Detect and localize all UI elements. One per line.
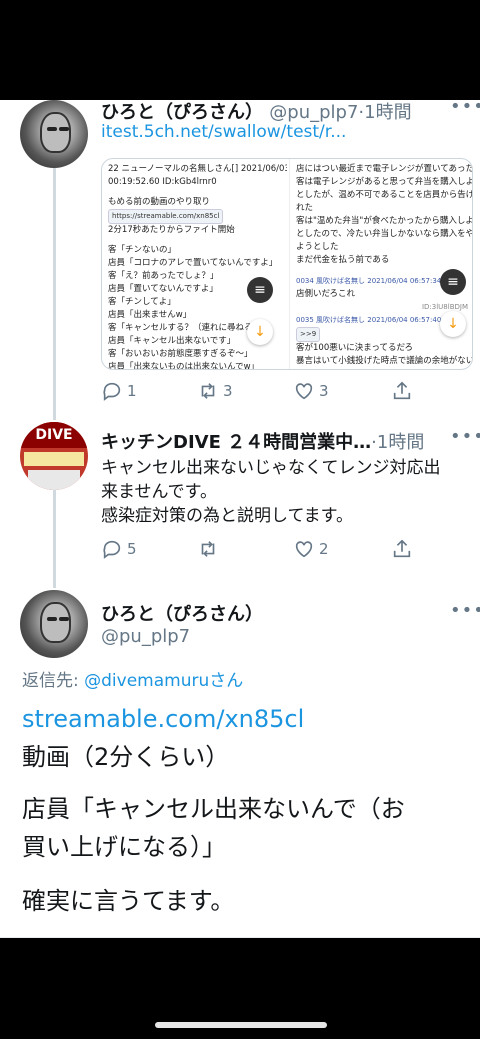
like-button[interactable]: 3: [293, 380, 329, 402]
card-post-id: ID:3lU8lBDJM: [421, 303, 468, 311]
tweet3-line: 買い上げになる）」: [22, 833, 226, 861]
tweet1-image-card[interactable]: 22 ニューノーマルの名無しさん[] 2021/06/03(木) 00:19:5…: [101, 158, 473, 370]
tweet2-line: キャンセル出来ないじゃなくてレンジ対応出: [101, 458, 441, 478]
card-right-line: れた: [296, 203, 314, 213]
card-left-line: 22 ニューノーマルの名無しさん[] 2021/06/03(木): [108, 164, 287, 174]
share-icon: [393, 539, 411, 558]
tweet1-handle: @pu_plp7: [269, 102, 359, 123]
like-count: 3: [319, 382, 329, 400]
tweet3-line: 確実に言うてます。: [22, 887, 235, 915]
card-right-line: としたが、温め不可であることを店員から告げら: [296, 190, 473, 200]
card-right-line: 暴言はいて小銭投げた時点で議論の余地がない: [296, 356, 473, 366]
reply-icon: [103, 540, 121, 559]
share-button[interactable]: [391, 380, 417, 402]
card-left-line: 店員「出来ないものは出来ないんでw」: [108, 362, 260, 370]
card-right-line: まだ代金を払う前である: [296, 255, 390, 265]
reply-icon: [103, 382, 121, 401]
tweet2-time: ·1時間: [371, 432, 425, 453]
tweet1-actions: 1 3 3: [101, 380, 471, 404]
heart-icon: [295, 383, 313, 400]
card-left-line: もめる前の動画のやり取り: [108, 197, 211, 207]
tweet1-link[interactable]: itest.5ch.net/swallow/test/r...: [101, 122, 346, 142]
tweet3-line: 動画（2分くらい）: [22, 743, 230, 771]
card-url-chip: https://streamable.com/xn85cl: [108, 209, 224, 224]
card-right-panel: 店にはつい最近まで電子レンジが置いてあった 客は電子レンジがあると思って弁当を購…: [289, 159, 473, 369]
retweet-count: 3: [223, 382, 233, 400]
tweet3-link[interactable]: streamable.com/xn85cl: [22, 700, 304, 738]
card-left-line: 客「おいおいお前態度悪すぎるぞ〜」: [108, 349, 253, 359]
tweet3-line: 店員「キャンセル出来ないんで（お: [22, 795, 405, 823]
retweet-button[interactable]: 3: [197, 380, 233, 402]
share-button[interactable]: [391, 538, 417, 560]
reply-button[interactable]: 5: [101, 538, 137, 560]
tweet2-author[interactable]: キッチンDIVE ２４時間営業中…·1時間: [101, 428, 424, 454]
tweet1-author[interactable]: ひろと（ぴろさん） @pu_plp7·1時間: [101, 100, 412, 124]
arrow-down-icon: ↓: [247, 319, 273, 345]
card-left-line: 客「チンないの」: [108, 245, 177, 255]
more-dots-icon[interactable]: •••: [450, 600, 480, 621]
reply-button[interactable]: 1: [101, 380, 137, 402]
thread-connector: [53, 168, 56, 420]
card-right-line: ようとした: [296, 242, 339, 252]
card-quote-chip: >>9: [296, 327, 321, 342]
menu-icon: ≡: [247, 277, 273, 303]
tweet3-handle[interactable]: @pu_plp7: [101, 626, 190, 647]
home-indicator[interactable]: [155, 1022, 327, 1028]
card-footer: ↩ 1 ID:VMwW4+px0(1/: [296, 368, 468, 369]
reply-to-label: 返信先:: [22, 671, 85, 691]
heart-icon: [295, 541, 313, 558]
avatar-hiroto[interactable]: [20, 100, 88, 168]
arrow-down-icon: ↓: [440, 311, 466, 337]
card-right-line: 客は電子レンジがあると思って弁当を購入しよう: [296, 177, 473, 187]
tweet3-author[interactable]: ひろと（ぴろさん）: [101, 600, 263, 626]
retweet-icon: [201, 383, 215, 399]
retweet-icon: [201, 541, 215, 557]
card-right-line: 店にはつい最近まで電子レンジが置いてあった: [296, 164, 473, 174]
thread-connector: [53, 490, 56, 588]
avatar-hiroto[interactable]: [20, 590, 88, 658]
card-right-line: 客は"温めた弁当"が食べたかったから購入しよう: [296, 216, 473, 226]
reply-count: 5: [127, 540, 137, 558]
like-button[interactable]: 2: [293, 538, 329, 560]
card-right-line: 客が100悪いに決まってるだろ: [296, 343, 413, 353]
tweet2-line: 感染症対策の為と説明してます。: [101, 506, 353, 526]
status-bar-area: [0, 0, 480, 100]
tweet-thread: ひろと（ぴろさん） @pu_plp7·1時間 ••• itest.5ch.net…: [0, 100, 480, 938]
card-left-panel: 22 ニューノーマルの名無しさん[] 2021/06/03(木) 00:19:5…: [102, 159, 287, 370]
card-left-line: 00:19:52.60 ID:kGb4lrnr0: [108, 177, 217, 187]
reply-to-line: 返信先: @divemamuruさん: [22, 666, 243, 691]
retweet-button[interactable]: [197, 538, 223, 560]
avatar-kitchen-dive[interactable]: DIVE: [20, 422, 88, 490]
tweet2-text: キャンセル出来ないじゃなくてレンジ対応出 来ませんです。 感染症対策の為と説明し…: [101, 456, 471, 528]
card-left-line: 2分17秒あたりからファイト開始: [108, 225, 235, 235]
card-left-line: 店員「コロナのアレで置いてないんですよ」: [108, 258, 278, 268]
reply-to-user-link[interactable]: @divemamuru: [84, 671, 209, 691]
card-left-line: https://streamable.com/xn85cl: [108, 209, 281, 224]
avatar-sign-text: DIVE: [20, 422, 88, 448]
menu-icon: ≡: [440, 269, 466, 295]
like-count: 2: [319, 540, 329, 558]
more-dots-icon[interactable]: •••: [450, 426, 480, 447]
more-dots-icon[interactable]: •••: [450, 100, 480, 117]
reply-to-suffix: さん: [209, 671, 244, 691]
share-icon: [393, 381, 411, 400]
tweet2-line: 来ませんです。: [101, 482, 217, 502]
tweet2-actions: 5 2: [101, 538, 471, 562]
reply-count: 1: [127, 382, 137, 400]
tweet1-time: ·1時間: [358, 102, 412, 123]
card-right-line: としたので、冷たい弁当しかないなら購入をやめ: [296, 229, 473, 239]
